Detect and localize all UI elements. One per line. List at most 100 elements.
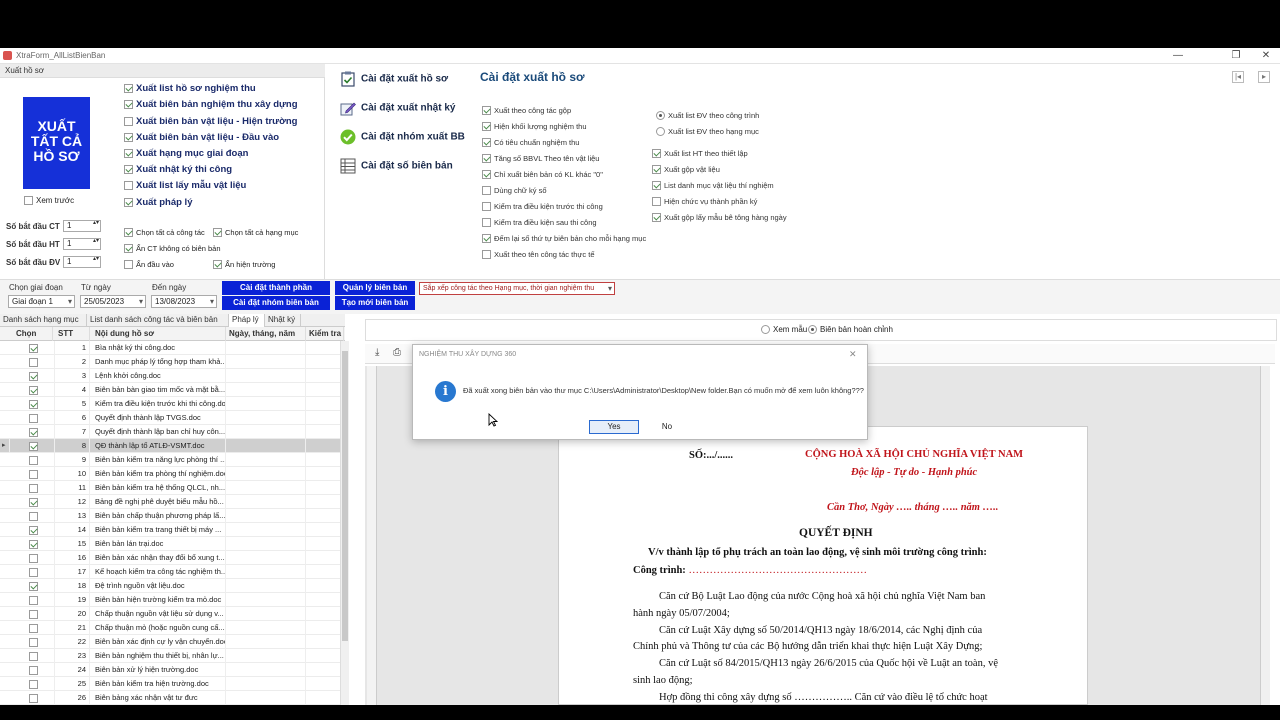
row-checkbox[interactable]: [29, 497, 38, 507]
row-date[interactable]: [226, 383, 306, 397]
row-date[interactable]: [226, 495, 306, 509]
small-option-1-box[interactable]: [213, 227, 222, 237]
row-date[interactable]: [226, 523, 306, 537]
start-ct-spinner[interactable]: 1: [63, 220, 101, 232]
table-row[interactable]: 14 Biên bản kiểm tra trang thiết bị máy .…: [0, 523, 345, 537]
setting-a-9-box[interactable]: [482, 250, 491, 260]
setting-a-2-box[interactable]: [482, 137, 491, 147]
table-row[interactable]: 19 Biên bản hiện trường kiểm tra mỏ.doc: [0, 593, 345, 607]
row-name[interactable]: Biên bản kiểm tra năng lực phòng thí ...: [92, 453, 226, 467]
setting-b-1-box[interactable]: [652, 164, 661, 174]
setting-a-0-box[interactable]: [482, 105, 491, 115]
table-row[interactable]: 22 Biên bản xác định cự ly vận chuyển.doc: [0, 635, 345, 649]
row-select-cell[interactable]: [13, 425, 55, 439]
row-select-cell[interactable]: [13, 397, 55, 411]
export-option-4[interactable]: Xuất hạng mục giai đoạn: [124, 148, 248, 159]
row-name[interactable]: Biên bảng xác nhận vật tư đưc: [92, 691, 226, 705]
row-select-cell[interactable]: [13, 383, 55, 397]
table-row[interactable]: 20 Chấp thuận nguồn vật liệu sử dụng v...: [0, 607, 345, 621]
row-name[interactable]: Chấp thuận nguồn vật liệu sử dụng v...: [92, 607, 226, 621]
row-name[interactable]: Biên bản chấp thuận phương pháp lấ...: [92, 509, 226, 523]
row-select-cell[interactable]: [13, 523, 55, 537]
row-date[interactable]: [226, 649, 306, 663]
row-select-cell[interactable]: [13, 467, 55, 481]
table-row[interactable]: 3 Lệnh khởi công.doc: [0, 369, 345, 383]
dialog-no-button[interactable]: No: [642, 420, 692, 434]
row-name[interactable]: Chấp thuận mỏ (hoặc nguồn cung cấ...: [92, 621, 226, 635]
row-checkbox[interactable]: [29, 511, 38, 521]
table-row[interactable]: 2 Danh mục pháp lý tổng hợp tham khả...: [0, 355, 345, 369]
small-option-1[interactable]: Chọn tất cả hạng mục: [213, 227, 298, 237]
row-checkbox[interactable]: [29, 637, 38, 647]
table-row[interactable]: 7 Quyết định thành lập ban chỉ huy côn...: [0, 425, 345, 439]
from-date-picker[interactable]: 25/05/2023: [80, 295, 146, 308]
export-option-1-box[interactable]: [124, 100, 133, 110]
row-select-cell[interactable]: [13, 677, 55, 691]
row-select-cell[interactable]: [13, 509, 55, 523]
setting-b-4-box[interactable]: [652, 212, 661, 222]
export-option-6-box[interactable]: [124, 181, 133, 191]
setting-b-2-box[interactable]: [652, 180, 661, 190]
setting-a-3[interactable]: Tăng số BBVL Theo tên vật liệu: [482, 153, 599, 163]
row-date[interactable]: [226, 509, 306, 523]
setting-a-5[interactable]: Dùng chữ ký số: [482, 186, 547, 196]
row-select-cell[interactable]: [13, 663, 55, 677]
row-select-cell[interactable]: [13, 495, 55, 509]
export-option-1[interactable]: Xuất biên bản nghiệm thu xây dựng: [124, 99, 298, 110]
row-name[interactable]: Quyết định thành lập ban chỉ huy côn...: [92, 425, 226, 439]
col-check[interactable]: Kiểm tra: [306, 327, 344, 341]
nav-prev-button[interactable]: |◂: [1232, 71, 1244, 83]
row-name[interactable]: Biên bản bàn giao tim mốc và mặt bằ...: [92, 383, 226, 397]
row-name[interactable]: Biên bản lán trại.doc: [92, 537, 226, 551]
setting-b-4[interactable]: Xuất gộp lấy mẫu bê tông hàng ngày: [652, 212, 787, 222]
row-checkbox[interactable]: [29, 371, 38, 381]
row-checkbox[interactable]: [29, 567, 38, 577]
small-option-0-box[interactable]: [124, 227, 133, 237]
start-dv-spinner[interactable]: 1: [63, 256, 101, 268]
setting-a-5-box[interactable]: [482, 186, 491, 196]
row-date[interactable]: [226, 565, 306, 579]
row-checkbox[interactable]: [29, 553, 38, 563]
row-date[interactable]: [226, 537, 306, 551]
row-checkbox[interactable]: [29, 441, 38, 451]
table-row[interactable]: 21 Chấp thuận mỏ (hoặc nguồn cung cấ...: [0, 621, 345, 635]
row-date[interactable]: [226, 453, 306, 467]
setting-b-3[interactable]: Hiện chức vụ thành phần ký: [652, 196, 757, 206]
row-name[interactable]: Lệnh khởi công.doc: [92, 369, 226, 383]
row-select-cell[interactable]: [13, 607, 55, 621]
setting-a-3-box[interactable]: [482, 153, 491, 163]
row-checkbox[interactable]: [29, 581, 38, 591]
restore-button[interactable]: ❐: [1222, 48, 1250, 64]
menu-export-settings[interactable]: Cài đặt xuất hồ sơ: [340, 71, 448, 87]
row-select-cell[interactable]: [13, 691, 55, 705]
setting-b-0[interactable]: Xuất list HT theo thiết lập: [652, 148, 748, 158]
row-select-cell[interactable]: [13, 579, 55, 593]
table-row[interactable]: 12 Bảng đề nghị phê duyệt biểu mẫu hồ...: [0, 495, 345, 509]
table-row[interactable]: 18 Đệ trình nguồn vật liệu.doc: [0, 579, 345, 593]
print-icon[interactable]: ⎙: [393, 347, 401, 358]
table-row[interactable]: 15 Biên bản lán trại.doc: [0, 537, 345, 551]
row-date[interactable]: [226, 481, 306, 495]
export-option-6[interactable]: Xuất list lấy mẫu vật liệu: [124, 180, 246, 191]
start-ht-spinner[interactable]: 1: [63, 238, 101, 250]
row-date[interactable]: [226, 341, 306, 355]
row-date[interactable]: [226, 355, 306, 369]
row-name[interactable]: Bảng đề nghị phê duyệt biểu mẫu hồ...: [92, 495, 226, 509]
export-option-0[interactable]: Xuất list hồ sơ nghiệm thu: [124, 83, 256, 94]
row-checkbox[interactable]: [29, 665, 38, 675]
mode-done-radio[interactable]: Biên bản hoàn chỉnh: [808, 325, 893, 335]
preview-checkbox[interactable]: Xem trước: [24, 195, 74, 206]
row-checkbox[interactable]: [29, 469, 38, 479]
table-row[interactable]: 10 Biên bản kiểm tra phòng thí nghiệm.doc: [0, 467, 345, 481]
table-row[interactable]: 13 Biên bản chấp thuận phương pháp lấ...: [0, 509, 345, 523]
table-row[interactable]: 23 Biên bản nghiệm thu thiết bị, nhân lự.…: [0, 649, 345, 663]
small-option-2-box[interactable]: [124, 243, 133, 253]
row-select-cell[interactable]: [13, 453, 55, 467]
col-stt[interactable]: STT: [55, 327, 90, 341]
small-option-0[interactable]: Chọn tất cả công tác: [124, 227, 205, 237]
row-checkbox[interactable]: [29, 357, 38, 367]
setting-a-7[interactable]: Kiểm tra điều kiện sau thi công: [482, 218, 597, 228]
phase-select[interactable]: Giai đoạn 1: [8, 295, 75, 308]
tab-legal[interactable]: Pháp lý: [229, 314, 265, 327]
row-select-cell[interactable]: [13, 369, 55, 383]
